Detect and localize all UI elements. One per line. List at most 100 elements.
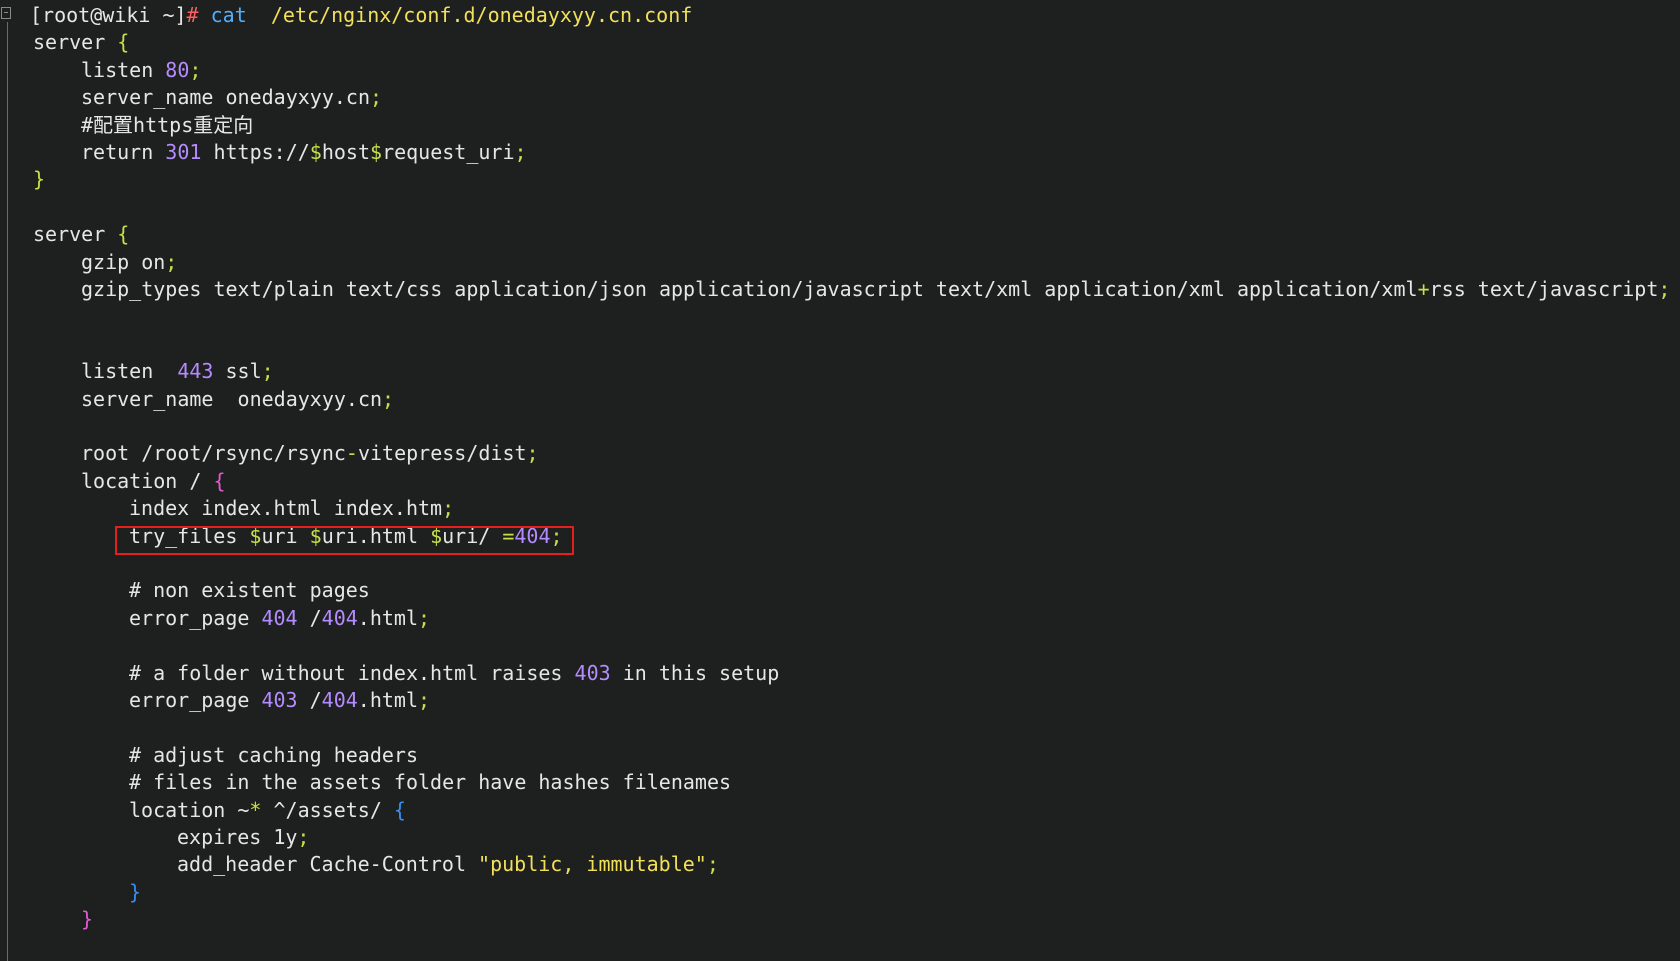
code-line: listen 80; bbox=[81, 57, 201, 84]
code-token: server bbox=[33, 222, 118, 247]
code-token: ^/assets/ bbox=[261, 797, 394, 822]
code-token: host bbox=[321, 140, 371, 164]
code-token: } bbox=[81, 907, 94, 932]
code-token: ; bbox=[261, 359, 274, 384]
code-line: gzip on; bbox=[81, 249, 177, 276]
code-token: ; bbox=[526, 441, 539, 466]
code-token: # files in the assets folder have hashes… bbox=[129, 770, 732, 795]
code-token: server_name onedayxyy.cn bbox=[81, 386, 383, 411]
code-line: # a folder without index.html raises 403… bbox=[129, 660, 779, 687]
code-token: #配置https重定向 bbox=[81, 112, 254, 137]
code-line: index index.html index.htm; bbox=[129, 495, 454, 522]
code-token: location ~ bbox=[129, 797, 250, 822]
code-token: { bbox=[393, 797, 406, 822]
code-token: ; bbox=[297, 825, 310, 849]
prompt-user-host: [root@wiki ~] bbox=[30, 3, 187, 27]
code-line: } bbox=[129, 879, 141, 906]
code-token: add_header Cache-Control bbox=[177, 852, 479, 877]
code-line: gzip_types text/plain text/css applicati… bbox=[81, 276, 1670, 303]
code-token: $ bbox=[249, 523, 262, 548]
code-line: listen 443 ssl; bbox=[81, 358, 274, 385]
code-token: # a folder without index.html raises bbox=[129, 660, 575, 685]
code-line: add_header Cache-Control "public, immuta… bbox=[177, 851, 719, 878]
code-token: / bbox=[297, 605, 322, 630]
code-token: request_uri bbox=[382, 140, 515, 164]
code-line: server { bbox=[33, 29, 129, 56]
code-token: 404 bbox=[321, 688, 358, 712]
code-line: expires 1y; bbox=[177, 824, 309, 851]
code-token: 404 bbox=[261, 605, 298, 630]
code-token: / bbox=[297, 688, 322, 712]
code-token: root /root/rsync/rsync bbox=[81, 441, 346, 466]
code-token: ; bbox=[418, 688, 431, 712]
code-line: # adjust caching headers bbox=[129, 742, 418, 769]
code-token: vitepress/dist bbox=[357, 441, 527, 466]
code-token: ; bbox=[1658, 277, 1671, 301]
code-line: location ~* ^/assets/ { bbox=[129, 797, 406, 824]
code-token: { bbox=[117, 30, 130, 55]
code-token: - bbox=[345, 441, 358, 466]
code-token: 301 bbox=[165, 140, 202, 164]
code-token: https:// bbox=[201, 140, 310, 164]
code-token: in this setup bbox=[610, 660, 780, 685]
code-line: try_files $uri $uri.html $uri/ =404; bbox=[129, 523, 563, 550]
code-token: # adjust caching headers bbox=[129, 742, 418, 767]
code-token: 404 bbox=[514, 523, 551, 548]
code-token: ; bbox=[514, 140, 527, 164]
code-token: } bbox=[129, 879, 142, 904]
code-token: rss text/javascript bbox=[1429, 277, 1659, 301]
code-token: ; bbox=[550, 523, 563, 548]
fold-guide-line bbox=[7, 22, 8, 961]
code-token: } bbox=[33, 167, 46, 192]
code-token: ; bbox=[442, 496, 455, 521]
code-token: + bbox=[1417, 277, 1430, 301]
code-token: server bbox=[33, 30, 118, 55]
code-token: 403 bbox=[261, 688, 298, 712]
code-line: root /root/rsync/rsync-vitepress/dist; bbox=[81, 440, 539, 467]
code-token: $ bbox=[309, 140, 322, 164]
code-token: try_files bbox=[129, 523, 250, 548]
code-token: ; bbox=[189, 57, 202, 82]
code-line: location / { bbox=[81, 468, 226, 495]
code-line: #配置https重定向 bbox=[81, 112, 253, 139]
code-line: server_name onedayxyy.cn; bbox=[81, 84, 382, 111]
code-token: listen bbox=[81, 57, 166, 82]
code-token: 404 bbox=[321, 605, 358, 630]
fold-collapse-icon[interactable] bbox=[1, 7, 11, 19]
code-line: } bbox=[81, 906, 93, 933]
code-token: return bbox=[81, 140, 166, 164]
code-token: ssl bbox=[213, 359, 262, 384]
code-token: ; bbox=[706, 852, 719, 877]
code-token: .html bbox=[357, 688, 419, 712]
code-line: return 301 https://$host$request_uri; bbox=[81, 139, 527, 166]
code-line: server { bbox=[33, 221, 129, 248]
terminal-window[interactable]: [root@wiki ~]# cat /etc/nginx/conf.d/one… bbox=[0, 0, 1680, 961]
code-token: ; bbox=[418, 605, 431, 630]
prompt-path: /etc/nginx/conf.d/onedayxyy.cn.conf bbox=[270, 3, 693, 27]
code-token: index index.html index.htm bbox=[129, 496, 443, 521]
code-line: error_page 404 /404.html; bbox=[129, 605, 430, 632]
code-token: error_page bbox=[129, 688, 262, 712]
shell-prompt-line: [root@wiki ~]# cat /etc/nginx/conf.d/one… bbox=[30, 2, 692, 29]
code-token: server_name onedayxyy.cn bbox=[81, 85, 370, 110]
code-token: = bbox=[502, 523, 515, 548]
fold-gutter bbox=[0, 0, 14, 961]
code-line: # files in the assets folder have hashes… bbox=[129, 769, 731, 796]
code-token: 443 bbox=[177, 359, 214, 384]
code-token: "public, immutable" bbox=[478, 852, 707, 877]
code-token: listen bbox=[81, 359, 178, 384]
code-token: uri.html bbox=[321, 523, 431, 548]
code-token: uri bbox=[261, 523, 310, 548]
code-token: $ bbox=[370, 140, 383, 164]
code-token: 80 bbox=[165, 57, 190, 82]
code-token: ; bbox=[165, 249, 178, 274]
prompt-hash: # bbox=[186, 3, 199, 27]
code-token: expires 1y bbox=[177, 825, 298, 849]
code-token: 403 bbox=[574, 660, 611, 685]
code-line: } bbox=[33, 166, 45, 193]
code-token: { bbox=[213, 468, 226, 493]
code-token: .html bbox=[357, 605, 419, 630]
code-token: gzip_types text/plain text/css applicati… bbox=[81, 277, 1418, 301]
code-token: # non existent pages bbox=[129, 578, 370, 603]
code-token: $ bbox=[309, 523, 322, 548]
